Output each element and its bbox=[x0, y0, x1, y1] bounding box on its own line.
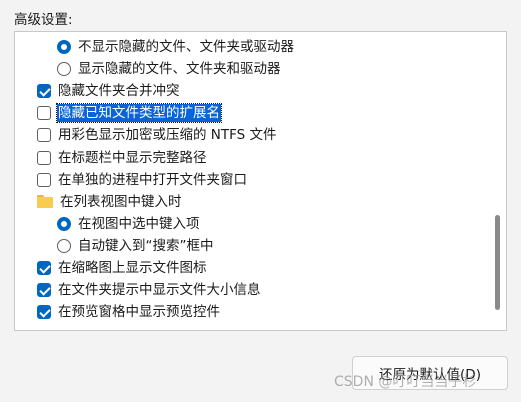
checkbox[interactable] bbox=[37, 305, 51, 320]
option-label: 在预览窗格中显示预览控件 bbox=[58, 304, 220, 321]
option-label: 在单独的进程中打开文件夹窗口 bbox=[58, 171, 247, 188]
option-label: 不显示隐藏的文件、文件夹或驱动器 bbox=[78, 39, 294, 55]
vertical-scrollbar[interactable] bbox=[490, 32, 506, 330]
settings-list: 不显示隐藏的文件、文件夹或驱动器 显示隐藏的文件、文件夹和驱动器隐藏文件夹合并冲突… bbox=[15, 32, 490, 330]
tree-option-row[interactable]: 自动键入到“搜索”框中 bbox=[57, 235, 215, 257]
option-label: 显示隐藏的文件、文件夹和驱动器 bbox=[78, 61, 281, 78]
tree-group-header: 在列表视图中键入时 bbox=[37, 191, 183, 213]
radio-button[interactable] bbox=[57, 238, 71, 253]
radio-button[interactable] bbox=[57, 40, 71, 54]
tree-option-row[interactable]: 隐藏文件夹合并冲突 bbox=[37, 80, 181, 102]
tree-option-row[interactable]: 在预览窗格中显示预览控件 bbox=[37, 301, 221, 323]
option-label: 在视图中选中键入项 bbox=[78, 215, 200, 232]
advanced-settings-panel: 高级设置: 不显示隐藏的文件、文件夹或驱动器 显示隐藏的文件、文件夹和驱动器隐藏文… bbox=[0, 0, 521, 402]
advanced-settings-label: 高级设置: bbox=[14, 12, 73, 28]
option-label: 用彩色显示加密或压缩的 NTFS 文件 bbox=[58, 127, 277, 144]
option-label: 在标题栏中显示完整路径 bbox=[58, 149, 207, 166]
checkbox[interactable] bbox=[37, 150, 51, 165]
tree-option-row[interactable]: 在单独的进程中打开文件夹窗口 bbox=[37, 169, 248, 191]
tree-option-row[interactable]: 显示隐藏的文件、文件夹和驱动器 bbox=[57, 58, 282, 80]
checkbox[interactable] bbox=[37, 106, 51, 121]
restore-defaults-label: 还原为默认值(D) bbox=[379, 367, 481, 383]
option-label: 在列表视图中键入时 bbox=[60, 193, 182, 210]
checkbox[interactable] bbox=[37, 283, 51, 298]
restore-defaults-button[interactable]: 还原为默认值(D) bbox=[352, 356, 508, 390]
checkbox[interactable] bbox=[37, 128, 51, 143]
tree-option-row[interactable]: 在视图中选中键入项 bbox=[57, 213, 201, 235]
checkbox[interactable] bbox=[37, 172, 51, 187]
option-label: 隐藏已知文件类型的扩展名 bbox=[56, 103, 222, 124]
option-label: 隐藏文件夹合并冲突 bbox=[58, 83, 180, 100]
tree-option-row[interactable]: 隐藏已知文件类型的扩展名 bbox=[37, 102, 222, 124]
scrollbar-thumb[interactable] bbox=[495, 215, 500, 310]
radio-button[interactable] bbox=[57, 62, 71, 77]
tree-option-row[interactable]: 用彩色显示加密或压缩的 NTFS 文件 bbox=[37, 124, 278, 146]
advanced-settings-tree[interactable]: 不显示隐藏的文件、文件夹或驱动器 显示隐藏的文件、文件夹和驱动器隐藏文件夹合并冲突… bbox=[14, 31, 507, 331]
tree-option-row[interactable]: 在缩略图上显示文件图标 bbox=[37, 257, 208, 279]
option-label: 在缩略图上显示文件图标 bbox=[58, 260, 207, 276]
folder-icon bbox=[37, 195, 53, 209]
tree-option-row[interactable]: 不显示隐藏的文件、文件夹或驱动器 bbox=[57, 36, 295, 58]
tree-option-row[interactable]: 在标题栏中显示完整路径 bbox=[37, 147, 208, 169]
option-label: 自动键入到“搜索”框中 bbox=[78, 237, 214, 254]
option-label: 在文件夹提示中显示文件大小信息 bbox=[58, 282, 261, 299]
checkbox[interactable] bbox=[37, 84, 51, 99]
checkbox[interactable] bbox=[37, 261, 51, 275]
radio-button[interactable] bbox=[57, 216, 71, 231]
tree-option-row[interactable]: 在文件夹提示中显示文件大小信息 bbox=[37, 279, 262, 301]
